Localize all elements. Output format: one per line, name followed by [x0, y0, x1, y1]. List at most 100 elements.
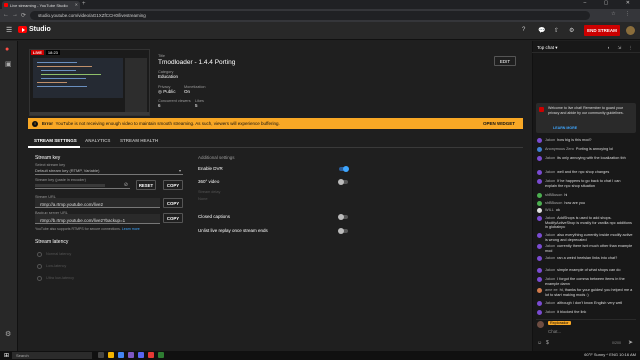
task-view-icon[interactable] — [98, 352, 104, 358]
end-stream-button[interactable]: END STREAM — [584, 25, 620, 36]
forward-icon[interactable]: → — [12, 12, 18, 18]
close-tab-icon[interactable]: ✕ — [75, 2, 78, 7]
help-icon[interactable]: ? — [522, 27, 525, 33]
show-key-icon[interactable]: ⊘ — [124, 182, 128, 188]
system-tray[interactable]: 60°F Sunny ^ ENG 10:16 AM — [584, 352, 636, 357]
chat-author-name[interactable]: Jakon — [545, 233, 555, 237]
chat-author-avatar — [537, 288, 542, 293]
stream-title: Tmodloader - 1.4.4 Porting — [158, 59, 236, 66]
obs-icon[interactable] — [148, 352, 154, 358]
taskbar-search-placeholder: Search — [16, 353, 29, 358]
chat-author-name[interactable]: Jakon — [545, 170, 555, 174]
chat-author-name[interactable]: Jakon — [545, 138, 555, 142]
chat-author-avatar — [537, 179, 542, 184]
settings-icon[interactable]: ⚙ — [569, 27, 574, 34]
chat-message-text: how big is this mod? — [557, 138, 592, 142]
sidebar-manage-icon[interactable]: ▣ — [5, 60, 12, 68]
copy-backup-button[interactable]: COPY — [163, 213, 183, 223]
closed-captions-toggle[interactable] — [338, 214, 348, 220]
account-avatar[interactable] — [626, 26, 635, 35]
unlist-replay-toggle[interactable] — [338, 228, 348, 234]
chat-message-body: Jakon well and the npc shop changes — [545, 170, 633, 175]
file-explorer-icon[interactable] — [108, 352, 114, 358]
enable-dvr-toggle[interactable] — [339, 166, 349, 172]
stream-category: Education — [158, 74, 179, 79]
visual-studio-icon[interactable] — [128, 352, 134, 358]
error-text: Error YouTube is not receiving enough vi… — [42, 121, 280, 126]
stream-url-field[interactable]: rtmp://a.rtmp.youtube.com/live2 — [35, 198, 160, 208]
chat-author-avatar — [537, 301, 542, 306]
chat-author-name[interactable]: Jakon — [545, 216, 555, 220]
backup-url-field[interactable]: rtmp://b.rtmp.youtube.com/live2?backup=1 — [35, 214, 160, 224]
chat-author-name[interactable]: WILL — [545, 208, 554, 212]
os-taskbar — [0, 351, 640, 360]
chat-message-body: ame ee hi, thanks for your guides! you he… — [545, 288, 633, 297]
sidebar-stream-icon[interactable]: ● — [5, 46, 9, 53]
privacy-value: Public — [163, 89, 176, 94]
new-tab-button[interactable]: + — [82, 1, 86, 7]
copy-url-button[interactable]: COPY — [163, 198, 183, 208]
chat-author-avatar — [537, 277, 542, 282]
address-bar[interactable]: studio.youtube.com/video/aG1XZfCCH0/live… — [30, 11, 590, 20]
start-icon[interactable]: ⊞ — [4, 352, 9, 359]
youtube-favicon-icon — [4, 3, 8, 7]
reload-icon[interactable]: ⟳ — [21, 12, 26, 19]
chevron-down-icon: ▾ — [555, 45, 558, 50]
stream-key-field[interactable]: ⊘ — [35, 182, 130, 189]
chat-author-name[interactable]: Jakon — [545, 301, 555, 305]
window-controls[interactable]: – ▢ ✕ — [584, 0, 638, 6]
taskbar-search[interactable]: Search — [12, 352, 92, 359]
chat-author-name[interactable]: Jakon — [545, 244, 555, 248]
video-360-toggle[interactable] — [338, 179, 348, 185]
tab-analytics[interactable]: ANALYTICS — [85, 138, 110, 143]
browser-extensions[interactable]: ☆ ⋮ — [611, 11, 634, 17]
chat-char-count: 0/200 — [612, 341, 621, 345]
browser-tab-strip — [0, 0, 640, 9]
latency-low-radio[interactable] — [37, 264, 42, 269]
chat-author-name[interactable]: Jakon — [545, 179, 555, 183]
stream-key-dropdown[interactable]: Default stream key (RTMP, Variable) ▾ — [35, 167, 183, 175]
chat-header-icons[interactable]: ◐ ⇲ ⋮ — [608, 45, 637, 51]
copy-key-button[interactable]: COPY — [163, 180, 183, 190]
chat-author-name[interactable]: Jakon — [545, 268, 555, 272]
stream-delay-value[interactable]: None — [198, 196, 208, 201]
browser-tab[interactable]: Live streaming - YouTube Studio ✕ — [2, 1, 80, 9]
chat-author-name[interactable]: Jakon — [545, 310, 555, 314]
tab-stream-settings[interactable]: STREAM SETTINGS — [34, 138, 77, 143]
reset-key-button[interactable]: RESET — [136, 180, 156, 190]
edit-button[interactable]: EDIT — [494, 56, 516, 66]
chat-message-body: Jakon its only annoying with the localiza… — [545, 156, 633, 161]
sidebar-settings-icon[interactable]: ⚙ — [5, 330, 11, 338]
studio-logo[interactable]: Studio — [18, 26, 51, 33]
elapsed-time: 18:23 — [45, 50, 60, 55]
chat-author-name[interactable]: Jakon — [545, 256, 555, 260]
hamburger-menu-icon[interactable]: ☰ — [6, 26, 12, 34]
chat-author-name[interactable]: shBBuson — [545, 193, 562, 197]
back-icon[interactable]: ← — [3, 12, 9, 18]
stream-preview[interactable] — [29, 49, 150, 116]
chrome-icon[interactable] — [118, 352, 124, 358]
send-icon[interactable]: ➤ — [628, 339, 633, 346]
chat-message-text: AddShops is used to add shops. ModifyAct… — [545, 216, 632, 229]
latency-ultra-radio[interactable] — [37, 276, 42, 281]
share-icon[interactable]: ⇧ — [554, 27, 559, 34]
rtmps-learn-more-link[interactable]: Learn more — [122, 227, 140, 231]
chat-author-name[interactable]: Jakon — [545, 277, 555, 281]
chat-learn-more-link[interactable]: LEARN MORE — [553, 126, 577, 130]
tab-stream-health[interactable]: STREAM HEALTH — [120, 138, 158, 143]
super-chat-icon[interactable]: $ — [546, 340, 549, 346]
chat-author-name[interactable]: shBBuson — [545, 201, 562, 205]
chat-toggle-icon[interactable]: 💬 — [538, 27, 545, 34]
discord-icon[interactable] — [138, 352, 144, 358]
chat-input[interactable]: Chat... — [548, 329, 561, 334]
chat-author-avatar — [537, 170, 542, 175]
chat-author-name[interactable]: Jakon — [545, 156, 555, 160]
chat-mode-label: Top chat — [537, 45, 555, 50]
chat-author-name[interactable]: ame ee — [545, 288, 558, 292]
emoji-icon[interactable]: ☺ — [537, 340, 542, 346]
chat-message-text: ran a weird heelslan links into chat? — [557, 256, 618, 260]
latency-normal-radio[interactable] — [37, 252, 42, 257]
open-widget-button[interactable]: OPEN WIDGET — [483, 121, 515, 126]
terraria-icon[interactable] — [158, 352, 164, 358]
chat-author-name[interactable]: Anonymous Zero — [545, 147, 574, 151]
